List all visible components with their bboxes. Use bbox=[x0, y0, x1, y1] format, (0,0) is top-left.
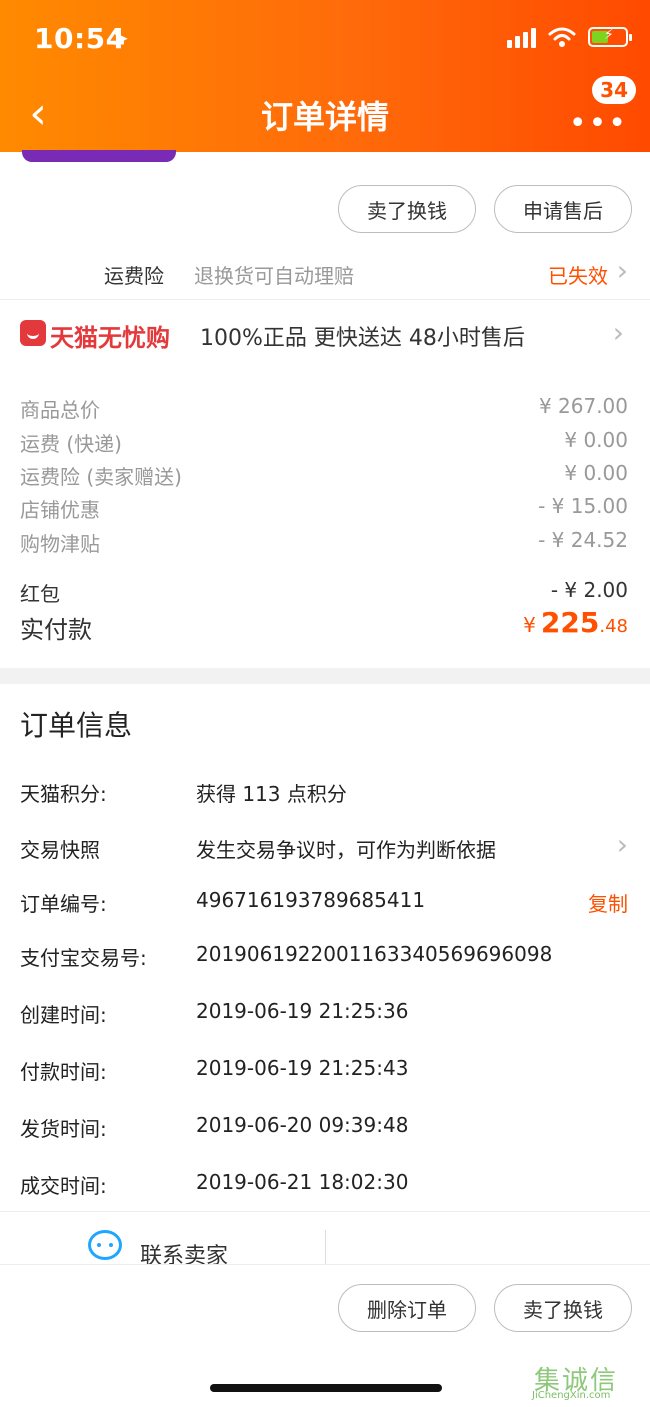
price-row: 商品总价 ¥ 267.00 bbox=[20, 394, 628, 423]
chevron-right-icon: › bbox=[616, 254, 628, 287]
tmall-logo-icon bbox=[20, 320, 46, 346]
delete-order-button[interactable]: 删除订单 bbox=[338, 1284, 476, 1332]
paid-decimal: .48 bbox=[599, 616, 628, 637]
price-row: 店铺优惠 - ¥ 15.00 bbox=[20, 494, 628, 523]
hongbao-label: 红包 bbox=[20, 582, 60, 606]
price-row: 运费险 (卖家赠送) ¥ 0.00 bbox=[20, 461, 628, 490]
order-info-title: 订单信息 bbox=[20, 709, 133, 742]
points-value: 获得 113 点积分 bbox=[196, 782, 347, 806]
contact-seller-area: 联系卖家 bbox=[0, 1212, 650, 1269]
price-value: - ¥ 15.00 bbox=[538, 494, 628, 518]
seller-chat-icon bbox=[88, 1230, 122, 1260]
paid-time-value: 2019-06-19 21:25:43 bbox=[196, 1056, 409, 1080]
location-arrow-icon: ➤ bbox=[112, 26, 129, 50]
paid-integer: 225 bbox=[540, 606, 600, 639]
price-value: ¥ 0.00 bbox=[564, 428, 628, 452]
copy-button[interactable]: 复制 bbox=[588, 888, 628, 917]
snapshot-value: 发生交易争议时，可作为判断依据 bbox=[196, 838, 496, 862]
contact-seller-button[interactable]: 联系卖家 bbox=[0, 1212, 325, 1269]
shipped-time-value: 2019-06-20 09:39:48 bbox=[196, 1113, 409, 1137]
points-label: 天猫积分: bbox=[20, 782, 107, 806]
created-time-label: 创建时间: bbox=[20, 1003, 107, 1027]
tmall-guarantee-row[interactable]: 天猫无忧购 100%正品 更快送达 48小时售后 › bbox=[0, 312, 650, 362]
sell-for-cash-button-bottom[interactable]: 卖了换钱 bbox=[494, 1284, 632, 1332]
alipay-number-label: 支付宝交易号: bbox=[20, 946, 147, 970]
home-indicator[interactable] bbox=[210, 1384, 442, 1392]
sell-for-cash-button[interactable]: 卖了换钱 bbox=[338, 185, 476, 233]
order-detail-screen: 10:54 ➤ ⚡ ‹ 订单详情 ••• 34 卖了换钱 申请售后 运费险 退换… bbox=[0, 0, 650, 1407]
freight-insurance-label: 运费险 bbox=[104, 264, 164, 288]
price-label: 商品总价 bbox=[20, 398, 100, 422]
product-image-peek bbox=[22, 150, 176, 162]
hongbao-row: 红包 - ¥ 2.00 bbox=[20, 578, 628, 607]
price-label: 运费 (快递) bbox=[20, 432, 122, 456]
section-gap bbox=[0, 668, 650, 684]
tmall-brand: 天猫无忧购 bbox=[50, 324, 170, 352]
closed-time-label: 成交时间: bbox=[20, 1174, 107, 1198]
freight-insurance-status: 已失效 bbox=[548, 264, 608, 288]
paid-label: 实付款 bbox=[20, 616, 92, 644]
price-row: 运费 (快递) ¥ 0.00 bbox=[20, 428, 628, 457]
divider bbox=[0, 299, 650, 300]
status-icons: ⚡ bbox=[507, 26, 632, 48]
closed-time-value: 2019-06-21 18:02:30 bbox=[196, 1170, 409, 1194]
divider bbox=[325, 1230, 326, 1264]
chevron-right-icon: › bbox=[616, 828, 628, 861]
price-label: 购物津贴 bbox=[20, 532, 100, 556]
price-label: 运费险 (卖家赠送) bbox=[20, 465, 182, 489]
order-number-value: 496716193789685411 bbox=[196, 888, 426, 912]
after-sale-button[interactable]: 申请售后 bbox=[494, 185, 632, 233]
signal-icon bbox=[507, 26, 536, 48]
price-value: ¥ 0.00 bbox=[564, 461, 628, 485]
paid-amount-row: 实付款 ¥ 225.48 bbox=[20, 606, 628, 645]
price-value: ¥ 267.00 bbox=[538, 394, 628, 418]
more-dots-icon: ••• bbox=[568, 106, 628, 141]
created-time-value: 2019-06-19 21:25:36 bbox=[196, 999, 409, 1023]
message-badge: 34 bbox=[592, 76, 636, 104]
freight-insurance-row[interactable]: 运费险 退换货可自动理赔 已失效 › bbox=[0, 254, 650, 296]
tmall-tags: 100%正品 更快送达 48小时售后 bbox=[200, 326, 525, 351]
watermark-url: JiChengXin.com bbox=[532, 1390, 611, 1401]
wifi-icon bbox=[548, 27, 576, 47]
order-number-label: 订单编号: bbox=[20, 892, 107, 916]
paid-time-label: 付款时间: bbox=[20, 1060, 107, 1084]
freight-insurance-desc: 退换货可自动理赔 bbox=[194, 264, 354, 288]
battery-icon: ⚡ bbox=[588, 27, 632, 47]
hongbao-value: - ¥ 2.00 bbox=[550, 578, 628, 602]
paid-currency: ¥ bbox=[523, 613, 536, 637]
page-title: 订单详情 bbox=[260, 98, 389, 136]
app-header: 10:54 ➤ ⚡ ‹ 订单详情 ••• 34 bbox=[0, 0, 650, 152]
price-label: 店铺优惠 bbox=[20, 498, 100, 522]
shipped-time-label: 发货时间: bbox=[20, 1117, 107, 1141]
price-row: 购物津贴 - ¥ 24.52 bbox=[20, 528, 628, 557]
alipay-number-value: 2019061922001163340569696098 bbox=[196, 942, 553, 966]
chevron-right-icon: › bbox=[612, 316, 624, 349]
snapshot-label: 交易快照 bbox=[20, 838, 100, 862]
paid-value: ¥ 225.48 bbox=[523, 606, 628, 639]
price-value: - ¥ 24.52 bbox=[538, 528, 628, 552]
watermark: 集诚信 JiChengXin.com bbox=[532, 1360, 642, 1404]
